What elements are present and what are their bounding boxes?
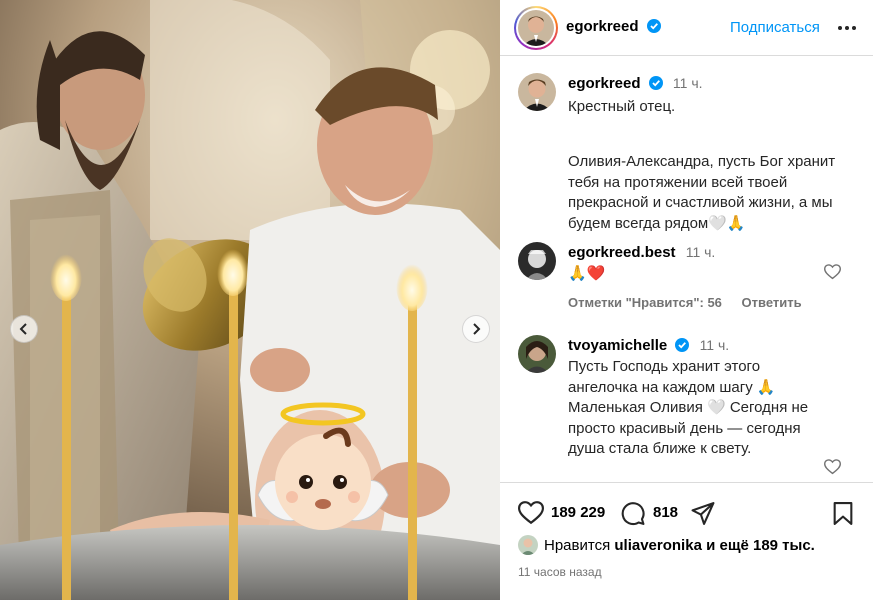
comment-likes-count[interactable]: Отметки "Нравится": 56 — [568, 295, 722, 310]
likes-prefix: Нравится — [544, 536, 611, 554]
comment-count[interactable]: 818 — [653, 504, 678, 521]
post-header: egorkreed Подписаться — [500, 0, 873, 56]
comment-header: tvoyamichelle 11 ч. — [568, 337, 729, 354]
comment-time[interactable]: 11 ч. — [686, 244, 716, 260]
comment-avatar[interactable] — [518, 242, 556, 280]
avatar-image — [518, 242, 556, 280]
reply-button[interactable]: Ответить — [742, 295, 802, 310]
caption-avatar[interactable] — [518, 73, 556, 111]
comments-section[interactable]: egorkreed 11 ч. Крестный отец. Оливия-Ал… — [500, 57, 873, 482]
bookmark-icon[interactable] — [832, 501, 854, 526]
comment-header: egorkreed.best 11 ч. — [568, 244, 715, 261]
caption-header: egorkreed 11 ч. — [568, 75, 703, 92]
share-icon[interactable] — [690, 501, 716, 526]
angel-sticker — [257, 402, 389, 530]
comment-text: 🙏❤️ — [568, 265, 606, 282]
avatar-image — [518, 10, 554, 46]
comment-item: egorkreed.best 11 ч. 🙏❤️ Отметки "Нравит… — [500, 242, 873, 322]
post-side-panel: egorkreed Подписаться egorkreed 11 ч. Кр… — [500, 0, 873, 600]
likes-summary[interactable]: Нравится uliaveronika и ещё 189 тыс. — [518, 535, 815, 555]
comment-author[interactable]: tvoyamichelle — [568, 337, 667, 354]
like-count[interactable]: 189 229 — [551, 504, 605, 521]
heart-icon[interactable] — [824, 264, 841, 280]
previous-image-button[interactable] — [10, 315, 38, 343]
comment-time[interactable]: 11 ч. — [700, 337, 730, 353]
author-name[interactable]: egorkreed — [566, 18, 639, 35]
avatar-image — [518, 535, 538, 555]
chevron-left-icon — [19, 323, 27, 335]
verified-icon — [647, 19, 661, 33]
liker-username[interactable]: uliaveronika — [614, 537, 702, 554]
heart-icon[interactable] — [518, 501, 544, 525]
verified-icon — [675, 338, 690, 352]
likes-suffix[interactable]: и ещё 189 тыс. — [706, 537, 815, 554]
post-caption: egorkreed 11 ч. Крестный отец. Оливия-Ал… — [500, 73, 873, 243]
header-username[interactable]: egorkreed — [566, 18, 661, 36]
caption-time[interactable]: 11 ч. — [673, 75, 703, 91]
author-avatar[interactable] — [514, 6, 558, 50]
action-bar: 189 229 818 Нравится uliaveronika и ещё … — [500, 482, 873, 600]
next-image-button[interactable] — [462, 315, 490, 343]
comment-icon[interactable] — [620, 501, 646, 526]
caption-text: Оливия-Александра, пусть Бог хранит тебя… — [568, 153, 836, 232]
liker-avatar — [518, 535, 538, 555]
follow-button[interactable]: Подписаться — [730, 19, 820, 36]
caption-line1: Крестный отец. — [568, 98, 676, 115]
verified-icon — [648, 76, 663, 90]
more-icon[interactable] — [836, 17, 858, 39]
avatar-image — [518, 335, 556, 373]
post-time[interactable]: 11 часов назад — [518, 565, 602, 579]
caption-author[interactable]: egorkreed — [568, 75, 641, 92]
comment-avatar[interactable] — [518, 335, 556, 373]
avatar-image — [518, 73, 556, 111]
comment-meta: Отметки "Нравится": 56 Ответить — [568, 295, 818, 310]
chevron-right-icon — [473, 323, 481, 335]
heart-icon[interactable] — [824, 459, 841, 475]
comment-item: tvoyamichelle 11 ч. Пусть Господь хранит… — [500, 335, 873, 482]
comment-text: Пусть Господь хранит этого ангелочка на … — [568, 358, 809, 457]
comment-author[interactable]: egorkreed.best — [568, 244, 676, 261]
post-photo[interactable] — [0, 0, 500, 600]
